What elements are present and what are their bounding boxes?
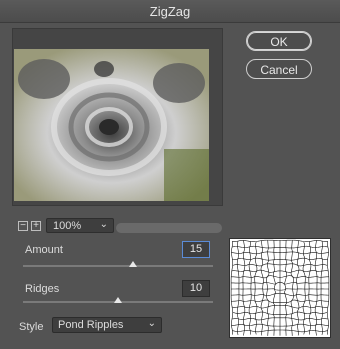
- zoom-level-select[interactable]: 100% ⌄: [46, 218, 114, 233]
- grid-line: [266, 240, 270, 336]
- preview-scrollbar[interactable]: [116, 223, 222, 233]
- grid-line: [296, 240, 300, 336]
- ridges-label: Ridges: [25, 283, 60, 295]
- ridges-slider-thumb[interactable]: [114, 297, 122, 303]
- amount-field[interactable]: 15: [182, 241, 210, 258]
- filter-preview-image[interactable]: [14, 49, 209, 201]
- style-select-value: Pond Ripples: [58, 319, 124, 331]
- grid-line: [308, 241, 312, 335]
- zoom-level-value: 100%: [53, 220, 82, 232]
- zoom-in-icon[interactable]: +: [31, 221, 41, 231]
- grid-line: [242, 240, 246, 336]
- grid-line: [236, 240, 240, 336]
- zoom-out-icon[interactable]: −: [18, 221, 28, 231]
- grid-line: [260, 240, 264, 336]
- grid-line: [326, 241, 330, 335]
- chevron-down-icon: ⌄: [99, 219, 108, 230]
- window-title: ZigZag: [149, 4, 191, 19]
- chevron-down-icon: ⌄: [147, 318, 156, 329]
- distortion-grid: [230, 239, 330, 336]
- ok-button[interactable]: OK: [246, 31, 312, 51]
- ridges-field[interactable]: 10: [182, 280, 210, 297]
- grid-line: [230, 241, 234, 335]
- style-select[interactable]: Pond Ripples ⌄: [52, 317, 162, 333]
- style-label: Style: [19, 321, 44, 333]
- grid-line: [272, 240, 276, 336]
- grid-line: [248, 241, 252, 335]
- grid-line: [314, 240, 318, 336]
- grid-line: [254, 241, 258, 335]
- cancel-button[interactable]: Cancel: [246, 59, 312, 79]
- title-bar[interactable]: ZigZag: [0, 0, 340, 23]
- grid-line: [284, 240, 288, 336]
- grid-line: [302, 241, 306, 335]
- zigzag-dialog: ZigZag OK Cancel − + 100% ⌄ Amount 15 Ri…: [0, 0, 340, 349]
- amount-slider-thumb[interactable]: [129, 261, 138, 267]
- grid-line: [290, 240, 294, 336]
- amount-label: Amount: [25, 244, 63, 256]
- amount-slider-track[interactable]: [23, 265, 213, 267]
- grid-line: [320, 240, 324, 336]
- distortion-grid-preview: [229, 238, 331, 338]
